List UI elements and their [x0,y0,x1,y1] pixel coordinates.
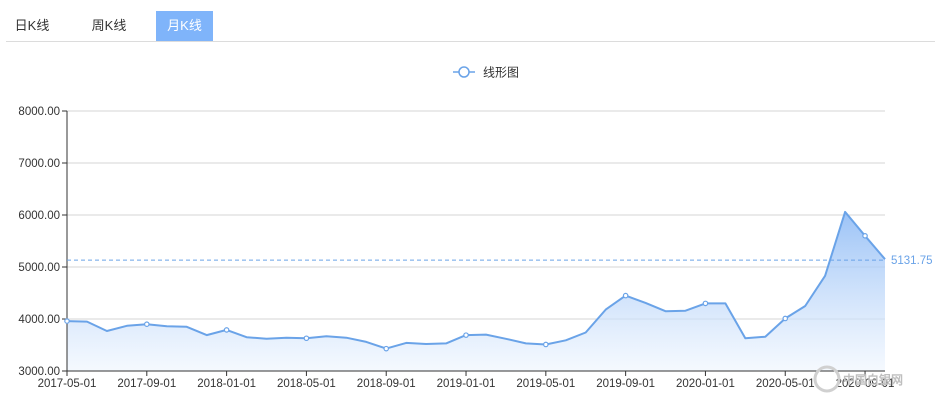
markline: 5131.75 [67,255,933,267]
y-tick-label: 6000.00 [18,210,60,222]
data-point[interactable] [782,315,789,322]
y-tick-label: 4000.00 [18,314,60,326]
markline-label: 5131.75 [891,255,933,267]
x-tick-label: 2019-09-01 [596,378,655,390]
x-tick-label: 2019-01-01 [437,378,496,390]
y-tick-label: 7000.00 [18,158,60,170]
series-line [66,210,886,350]
x-tick-label: 2018-05-01 [277,378,336,390]
data-point[interactable] [383,345,390,352]
x-tick-label: 2018-01-01 [197,378,256,390]
x-tick-label: 2017-05-01 [38,378,97,390]
y-tick-label: 3000.00 [18,366,60,378]
line-chart: 3000.00 4000.00 5000.00 6000.00 7000.00 8000.… [18,66,933,393]
area-fill [67,211,885,371]
watermark-text: 中国白银网 [843,372,903,387]
data-point[interactable] [543,341,549,348]
data-point[interactable] [862,233,868,239]
grid-lines [67,110,885,320]
y-tick-label: 8000.00 [18,106,60,118]
series-line-path [66,210,886,350]
series-area [67,211,885,371]
data-point[interactable] [303,335,310,342]
x-tick-label: 2020-05-01 [756,378,815,390]
data-point[interactable] [622,292,629,299]
x-tick-label: 2017-09-01 [117,378,176,390]
data-point[interactable] [702,300,709,307]
legend[interactable]: 线形图 [453,66,519,80]
data-point[interactable] [144,321,150,328]
data-point[interactable] [223,327,230,333]
y-tick-label: 5000.00 [18,262,60,274]
data-point[interactable] [64,318,70,324]
x-tick-label: 2018-09-01 [357,378,416,390]
x-tick-label: 2019-05-01 [516,378,575,390]
legend-marker-icon [458,66,470,78]
data-point[interactable] [463,332,469,338]
x-tick-label: 2020-01-01 [676,378,735,390]
legend-label: 线形图 [483,66,519,80]
